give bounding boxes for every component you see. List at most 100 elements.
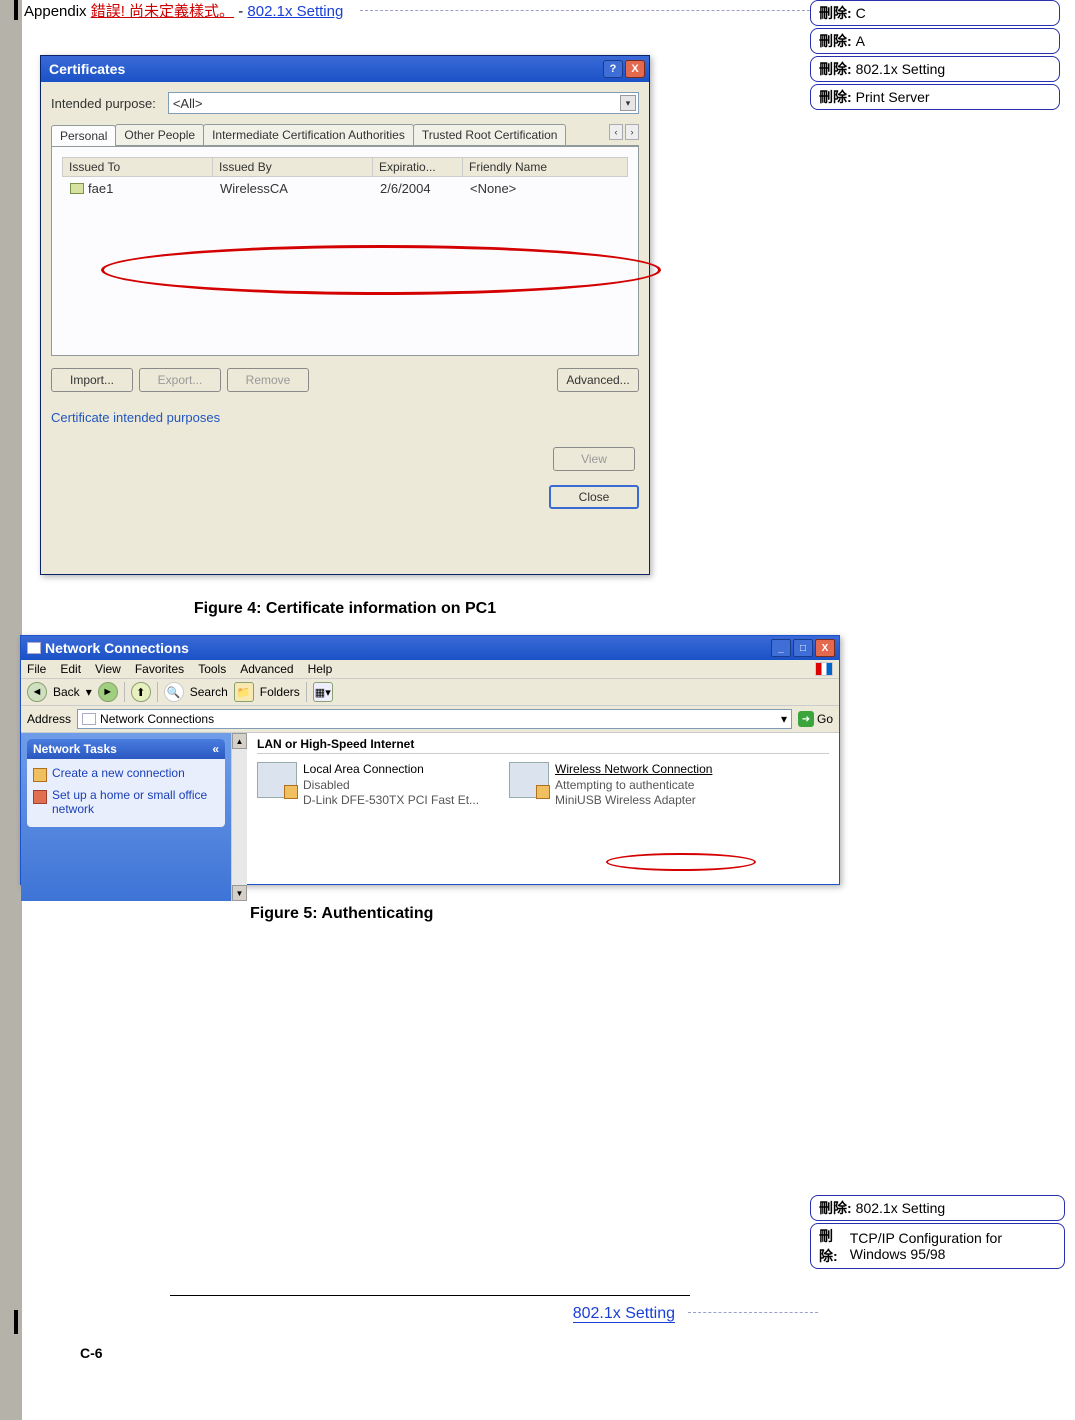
tab-personal[interactable]: Personal xyxy=(51,125,116,146)
certificates-dialog: Certificates ? X Intended purpose: <All>… xyxy=(40,55,650,575)
forward-button[interactable]: ► xyxy=(98,682,118,702)
conn-name: Wireless Network Connection xyxy=(555,762,712,778)
window-titlebar[interactable]: Network Connections _ □ X xyxy=(21,636,839,660)
import-button[interactable]: Import... xyxy=(51,368,133,392)
panel-scrollbar[interactable]: ▲ ▼ xyxy=(231,733,247,901)
go-button[interactable]: ➜ Go xyxy=(798,711,833,727)
revision-bubble[interactable]: 刪除:Print Server xyxy=(810,84,1060,110)
lan-icon xyxy=(257,762,297,798)
tab-trusted-root[interactable]: Trusted Root Certification xyxy=(413,124,567,145)
rev-text: 802.1x Setting xyxy=(856,61,946,77)
revision-bubble[interactable]: 刪除:C xyxy=(810,0,1060,26)
menu-tools[interactable]: Tools xyxy=(198,662,226,676)
tasks-title: Network Tasks xyxy=(33,742,117,756)
tab-intermediate-ca[interactable]: Intermediate Certification Authorities xyxy=(203,124,414,145)
toolbar: ◄ Back▾ ► ⬆ 🔍 Search 📁 Folders ▦▾ xyxy=(21,679,839,706)
menu-advanced[interactable]: Advanced xyxy=(240,662,293,676)
rev-label: 刪除: xyxy=(819,59,852,79)
dialog-title: Certificates xyxy=(49,61,125,77)
category-header: LAN or High-Speed Internet xyxy=(257,737,829,754)
menu-bar: File Edit View Favorites Tools Advanced … xyxy=(21,660,839,679)
intended-purpose-label: Intended purpose: xyxy=(51,96,156,111)
rev-text: 802.1x Setting xyxy=(856,1200,946,1216)
menu-view[interactable]: View xyxy=(95,662,121,676)
cert-row[interactable]: fae1 WirelessCA 2/6/2004 <None> xyxy=(62,177,628,200)
address-input[interactable]: Network Connections ▾ xyxy=(77,709,792,729)
tab-other-people[interactable]: Other People xyxy=(115,124,204,145)
task-create-connection[interactable]: Create a new connection xyxy=(33,763,219,785)
cell-friendly-name: <None> xyxy=(464,179,628,198)
rev-label: 刪除: xyxy=(819,1226,846,1266)
network-connections-window: Network Connections _ □ X File Edit View… xyxy=(20,635,840,885)
task-setup-network[interactable]: Set up a home or small office network xyxy=(33,785,219,819)
maximize-button[interactable]: □ xyxy=(793,639,813,657)
tabs-scroll-left[interactable]: ‹ xyxy=(609,124,623,140)
export-button[interactable]: Export... xyxy=(139,368,221,392)
close-button[interactable]: Close xyxy=(549,485,639,509)
task-icon xyxy=(33,768,47,782)
dialog-body: Intended purpose: <All> ▾ Personal Other… xyxy=(41,82,649,519)
close-icon[interactable]: X xyxy=(815,639,835,657)
tabs-scroll-right[interactable]: › xyxy=(625,124,639,140)
footer-rule xyxy=(170,1295,690,1296)
appendix-label: Appendix xyxy=(24,3,91,20)
remove-button[interactable]: Remove xyxy=(227,368,309,392)
scroll-down-icon[interactable]: ▼ xyxy=(232,885,247,901)
window-body: Network Tasks « Create a new connection … xyxy=(21,733,839,901)
views-button[interactable]: ▦▾ xyxy=(313,682,333,702)
header-link[interactable]: 802.1x Setting xyxy=(247,3,343,20)
close-icon[interactable]: X xyxy=(625,60,645,78)
search-label[interactable]: Search xyxy=(190,685,228,699)
conn-status: Disabled xyxy=(303,778,479,794)
revision-bubble[interactable]: 刪除:802.1x Setting xyxy=(810,1195,1065,1221)
minimize-button[interactable]: _ xyxy=(771,639,791,657)
intended-purpose-select[interactable]: <All> ▾ xyxy=(168,92,639,114)
dialog-titlebar[interactable]: Certificates ? X xyxy=(41,56,649,82)
folders-label[interactable]: Folders xyxy=(260,685,300,699)
conn-device: MiniUSB Wireless Adapter xyxy=(555,793,712,809)
menu-file[interactable]: File xyxy=(27,662,46,676)
advanced-button[interactable]: Advanced... xyxy=(557,368,639,392)
revision-bubble[interactable]: 刪除:802.1x Setting xyxy=(810,56,1060,82)
view-button[interactable]: View xyxy=(553,447,635,471)
separator xyxy=(124,682,125,702)
up-button[interactable]: ⬆ xyxy=(131,682,151,702)
rev-text: TCP/IP Configuration for Windows 95/98 xyxy=(850,1230,1056,1262)
folders-icon[interactable]: 📁 xyxy=(234,682,254,702)
menu-edit[interactable]: Edit xyxy=(60,662,81,676)
cell-issued-to: fae1 xyxy=(88,181,113,196)
menu-help[interactable]: Help xyxy=(308,662,333,676)
revision-leader-line xyxy=(688,1312,818,1313)
col-issued-by[interactable]: Issued By xyxy=(213,158,373,176)
network-icon xyxy=(82,713,96,725)
chevron-down-icon[interactable]: ▾ xyxy=(620,95,636,111)
revision-comments-top: 刪除:C 刪除:A 刪除:802.1x Setting 刪除:Print Ser… xyxy=(810,0,1060,112)
col-issued-to[interactable]: Issued To xyxy=(63,158,213,176)
task-label: Set up a home or small office network xyxy=(52,788,219,816)
dash: - xyxy=(234,3,247,20)
back-label[interactable]: Back xyxy=(53,685,80,699)
address-label: Address xyxy=(27,712,71,726)
certificate-list: Issued To Issued By Expiratio... Friendl… xyxy=(51,146,639,356)
search-icon[interactable]: 🔍 xyxy=(164,682,184,702)
connection-lan[interactable]: Local Area Connection Disabled D-Link DF… xyxy=(257,762,479,809)
collapse-icon[interactable]: « xyxy=(212,742,219,756)
back-button[interactable]: ◄ xyxy=(27,682,47,702)
col-expiration[interactable]: Expiratio... xyxy=(373,158,463,176)
rev-text: A xyxy=(856,33,865,49)
address-bar: Address Network Connections ▾ ➜ Go xyxy=(21,706,839,733)
chevron-down-icon[interactable]: ▾ xyxy=(781,712,787,726)
conn-name: Local Area Connection xyxy=(303,762,479,778)
revision-bubble[interactable]: 刪除:A xyxy=(810,28,1060,54)
connection-wireless[interactable]: Wireless Network Connection Attempting t… xyxy=(509,762,712,809)
help-button[interactable]: ? xyxy=(603,60,623,78)
cert-tabs: Personal Other People Intermediate Certi… xyxy=(51,124,639,146)
menu-favorites[interactable]: Favorites xyxy=(135,662,184,676)
rev-label: 刪除: xyxy=(819,87,852,107)
col-friendly-name[interactable]: Friendly Name xyxy=(463,158,627,176)
footer-link[interactable]: 802.1x Setting xyxy=(560,1305,675,1323)
scroll-up-icon[interactable]: ▲ xyxy=(232,733,247,749)
list-header: Issued To Issued By Expiratio... Friendl… xyxy=(62,157,628,177)
revision-bubble[interactable]: 刪除:TCP/IP Configuration for Windows 95/9… xyxy=(810,1223,1065,1269)
tasks-header[interactable]: Network Tasks « xyxy=(27,739,225,759)
